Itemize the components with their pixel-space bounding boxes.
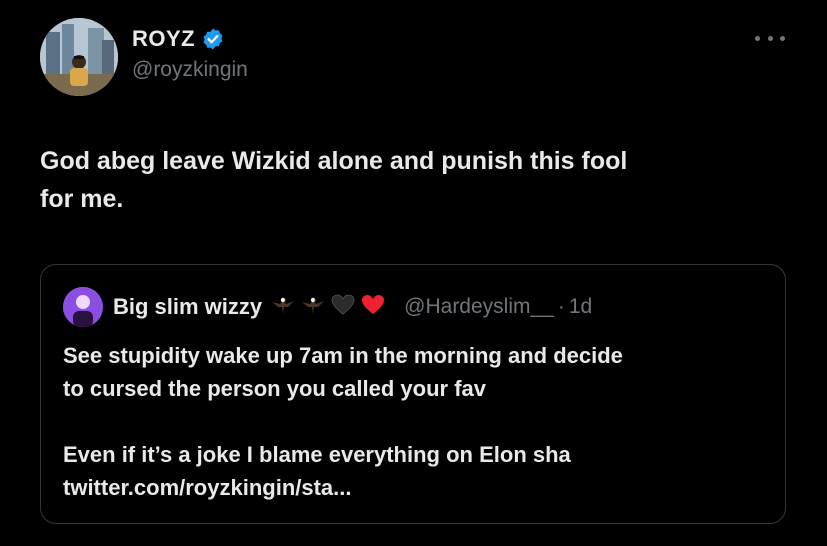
black-heart-emoji — [330, 292, 356, 323]
verified-badge-icon — [201, 27, 225, 51]
tweet-text-line: for me. — [40, 185, 124, 213]
dot — [755, 35, 760, 41]
quoted-text-link[interactable]: twitter.com/royzkingin/sta... — [63, 471, 763, 504]
quoted-timestamp[interactable]: 1d — [569, 295, 592, 319]
quoted-tweet[interactable]: Big slim wizzy @Hardeyslim__ · 1d See st… — [40, 264, 786, 524]
dot — [767, 35, 773, 41]
quoted-tweet-text: See stupidity wake up 7am in the morning… — [63, 339, 763, 504]
author-display-name[interactable]: ROYZ — [132, 26, 195, 52]
author-avatar[interactable] — [40, 18, 118, 96]
tweet-text: God abeg leave Wizkid alone and punish t… — [40, 142, 780, 218]
quoted-tweet-header: Big slim wizzy @Hardeyslim__ · 1d — [63, 287, 592, 327]
quoted-author-avatar[interactable] — [63, 287, 103, 327]
eagle-emoji — [300, 292, 326, 323]
quoted-text-line: See stupidity wake up 7am in the morning… — [63, 343, 623, 368]
tweet-card: ROYZ @royzkingin God abeg leave Wizkid a… — [0, 0, 827, 546]
quoted-author-name[interactable]: Big slim wizzy — [113, 294, 262, 320]
dot — [780, 35, 785, 41]
author-name-row: ROYZ — [132, 24, 248, 54]
quoted-text-line: to cursed the person you called your fav — [63, 376, 486, 401]
tweet-header: ROYZ @royzkingin — [132, 24, 248, 82]
quoted-text-line: Even if it’s a joke I blame everything o… — [63, 442, 571, 467]
eagle-emoji — [270, 292, 296, 323]
more-options-icon[interactable] — [755, 30, 785, 46]
red-heart-emoji — [360, 292, 386, 323]
separator-dot: · — [557, 295, 565, 318]
author-handle[interactable]: @royzkingin — [132, 58, 248, 82]
quoted-author-handle[interactable]: @Hardeyslim__ — [404, 295, 554, 319]
tweet-text-line: God abeg leave Wizkid alone and punish t… — [40, 147, 628, 175]
name-emojis — [270, 292, 386, 323]
